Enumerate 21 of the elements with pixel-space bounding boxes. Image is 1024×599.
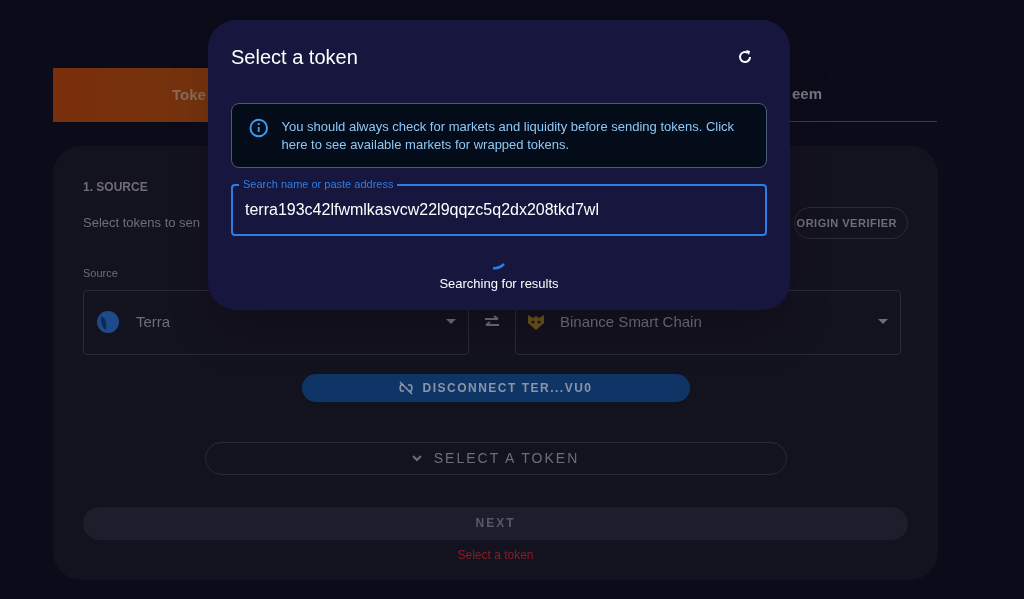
info-icon (249, 118, 269, 138)
dialog-title: Select a token (231, 45, 358, 70)
chain-name: Terra (136, 311, 171, 332)
chain-name: Binance Smart Chain (560, 311, 702, 332)
section-heading: 1. SOURCE (83, 179, 148, 196)
emblem-icon (528, 314, 544, 330)
dropdown-caret-icon (878, 319, 888, 325)
notice-banner[interactable]: You should always check for markets and liquidity before sending tokens. Click here to see available markets for wrapped tokens. (231, 103, 767, 168)
swap-icon[interactable] (483, 315, 501, 329)
field-label: Source (83, 266, 118, 281)
search-field-label: Search name or paste address (239, 177, 398, 191)
globe-icon (96, 310, 120, 334)
description-text: Select tokens to sen (83, 214, 201, 233)
unlink-icon (398, 380, 415, 395)
error-message: Select a token (456, 546, 535, 564)
refresh-icon[interactable] (737, 49, 753, 65)
disconnect-button[interactable]: DISCONNECT TER...VU0 (301, 373, 690, 402)
spinner-icon (492, 262, 506, 270)
notice-text: You should always check for markets and liquidity before sending tokens. Click here to see available markets for wrapped tokens. (281, 118, 736, 154)
chevron-down-icon (411, 454, 422, 462)
dropdown-caret-icon (446, 319, 456, 325)
